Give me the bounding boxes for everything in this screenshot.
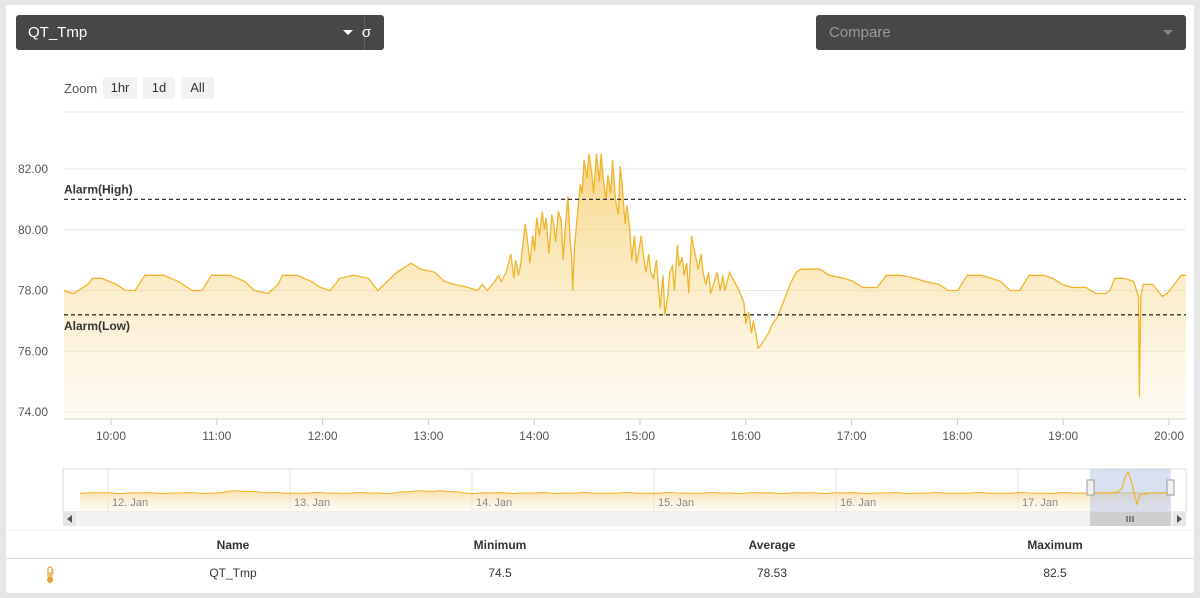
y-tick-label: 80.00 [18, 223, 48, 237]
navigator-label: 13. Jan [294, 497, 330, 509]
y-tick-label: 82.00 [18, 162, 48, 176]
y-tick-label: 74.00 [18, 405, 48, 419]
navigator-label: 15. Jan [658, 497, 694, 509]
x-tick-label: 11:00 [202, 429, 231, 443]
chart-svg: 74.00 76.00 78.00 80.00 82.00 10:00 11:00 12:0… [18, 111, 1187, 526]
x-tick-label: 12:00 [308, 429, 338, 443]
navigator-handle-right[interactable] [1166, 479, 1175, 496]
stats-top-rule [6, 530, 1194, 531]
x-axis: 10:00 11:00 12:00 13:00 14:00 15:00 16:00 17:00… [96, 419, 1184, 443]
stats-cell-maximum: 82.5 [1043, 566, 1067, 580]
x-tick-label: 18:00 [942, 429, 972, 443]
x-tick-label: 20:00 [1154, 429, 1184, 443]
navigator-selection[interactable] [1090, 469, 1171, 512]
x-tick-label: 19:00 [1048, 429, 1078, 443]
y-tick-label: 78.00 [18, 284, 48, 298]
scrollbar-track[interactable] [63, 512, 1186, 526]
series-area [64, 153, 1186, 420]
x-tick-label: 14:00 [519, 429, 549, 443]
navigator-handle-left[interactable] [1086, 479, 1095, 496]
stats-header-rule [6, 558, 1194, 559]
stats-header-minimum: Minimum [473, 538, 527, 552]
thermometer-icon [47, 566, 54, 583]
x-tick-label: 13:00 [413, 429, 443, 443]
navigator-label: 16. Jan [840, 497, 876, 509]
alarm-high-label: Alarm(High) [64, 182, 133, 196]
x-tick-label: 16:00 [731, 429, 761, 443]
stats-cell-name: QT_Tmp [209, 566, 257, 580]
navigator-label: 14. Jan [476, 497, 512, 509]
stats-header-average: Average [748, 538, 796, 552]
stats-header-maximum: Maximum [1027, 538, 1083, 552]
navigator[interactable]: 12. Jan 13. Jan 14. Jan 15. Jan 16. Jan 17. J… [62, 468, 1187, 513]
navigator-label: 12. Jan [112, 497, 148, 509]
scrollbar[interactable] [63, 512, 1186, 526]
stats-cell-minimum: 74.5 [488, 566, 512, 580]
y-tick-label: 76.00 [18, 344, 48, 358]
navigator-series-area [80, 490, 1170, 512]
x-tick-label: 10:00 [96, 429, 126, 443]
stats-cell-average: 78.53 [756, 566, 788, 580]
stats-header-name: Name [216, 538, 250, 552]
navigator-label: 17. Jan [1022, 497, 1058, 509]
alarm-low-label: Alarm(Low) [64, 319, 130, 333]
x-tick-label: 17:00 [837, 429, 867, 443]
y-axis: 74.00 76.00 78.00 80.00 82.00 [18, 162, 48, 419]
x-tick-label: 15:00 [625, 429, 655, 443]
